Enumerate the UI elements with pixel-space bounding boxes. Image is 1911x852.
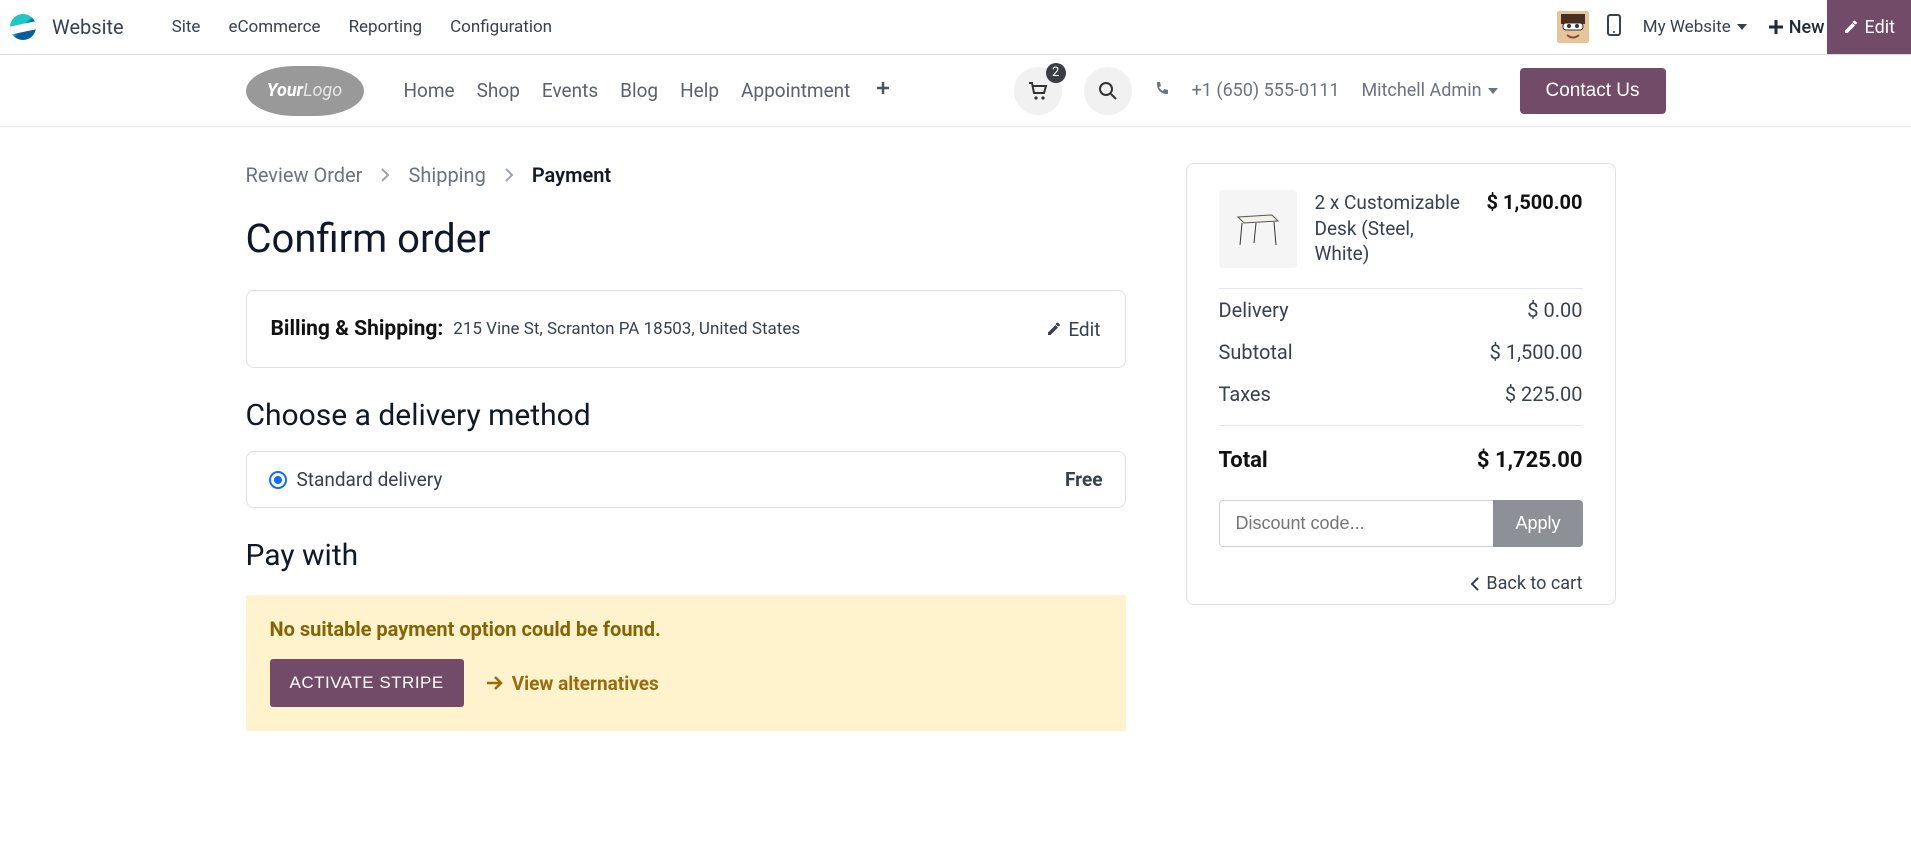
back-to-cart-link[interactable]: Back to cart (1219, 573, 1583, 594)
order-line-item: 2 x Customizable Desk (Steel, White) $ 1… (1219, 190, 1583, 289)
page-content: Review Order Shipping Payment Confirm or… (226, 127, 1686, 767)
new-page-button[interactable]: New (1769, 17, 1825, 38)
website-nav-bar: YourLogo Home Shop Events Blog Help Appo… (0, 55, 1911, 127)
pencil-icon (1843, 19, 1859, 35)
website-selector[interactable]: My Website (1643, 17, 1747, 37)
arrow-right-icon (486, 676, 504, 690)
app-title: Website (52, 15, 124, 39)
total-row-grand: Total $ 1,725.00 (1219, 425, 1583, 482)
phone-number[interactable]: +1 (650) 555-0111 (1192, 80, 1340, 101)
promo-code-row: Apply (1219, 500, 1583, 547)
nav-shop[interactable]: Shop (477, 79, 520, 102)
mobile-preview-icon[interactable] (1607, 14, 1621, 40)
search-icon (1098, 81, 1118, 101)
cart-button[interactable]: 2 (1014, 67, 1062, 115)
line-amount: $ 1,500.00 (1486, 190, 1582, 268)
sysmenu-ecommerce[interactable]: eCommerce (228, 17, 320, 37)
contact-us-button[interactable]: Contact Us (1520, 68, 1666, 114)
delivery-option-card[interactable]: Standard delivery Free (246, 451, 1126, 508)
app-logo-icon (10, 14, 36, 40)
breadcrumb-payment: Payment (532, 163, 611, 187)
nav-blog[interactable]: Blog (620, 79, 658, 102)
order-totals: Delivery $ 0.00 Subtotal $ 1,500.00 Taxe… (1219, 289, 1583, 482)
nav-appointment[interactable]: Appointment (741, 79, 850, 102)
checkout-breadcrumb: Review Order Shipping Payment (246, 163, 1126, 187)
site-logo-text-1: Your (267, 80, 303, 101)
page-title: Confirm order (246, 215, 1126, 262)
sysmenu-reporting[interactable]: Reporting (349, 17, 423, 37)
caret-down-icon (1488, 88, 1498, 94)
product-thumbnail (1219, 190, 1297, 268)
total-row-taxes: Taxes $ 225.00 (1219, 373, 1583, 415)
payment-warning-box: No suitable payment option could be foun… (246, 595, 1126, 731)
pencil-icon (1046, 321, 1062, 337)
site-logo-text-2: Logo (303, 80, 342, 101)
edit-page-label: Edit (1865, 17, 1895, 38)
checkout-main: Review Order Shipping Payment Confirm or… (246, 163, 1126, 731)
order-summary-card: 2 x Customizable Desk (Steel, White) $ 1… (1186, 163, 1616, 605)
user-account-label: Mitchell Admin (1361, 80, 1481, 101)
activate-stripe-button[interactable]: ACTIVATE STRIPE (270, 659, 464, 707)
chevron-right-icon (380, 163, 390, 187)
total-row-subtotal: Subtotal $ 1,500.00 (1219, 331, 1583, 373)
delivery-option-label[interactable]: Standard delivery (297, 468, 443, 491)
breadcrumb-review-order[interactable]: Review Order (246, 163, 363, 187)
delivery-option-price: Free (1065, 468, 1103, 491)
delivery-option-radio[interactable] (269, 471, 287, 489)
user-account-dropdown[interactable]: Mitchell Admin (1361, 80, 1497, 101)
billing-address: 215 Vine St, Scranton PA 18503, United S… (453, 319, 800, 339)
breadcrumb-shipping[interactable]: Shipping (408, 163, 485, 187)
plus-icon (1769, 20, 1783, 34)
system-top-bar: Website Site eCommerce Reporting Configu… (0, 0, 1911, 55)
cart-count-badge: 2 (1046, 63, 1066, 83)
delivery-section-title: Choose a delivery method (246, 398, 1126, 433)
view-alternatives-label: View alternatives (512, 672, 659, 695)
promo-code-input[interactable] (1219, 500, 1494, 547)
total-row-delivery: Delivery $ 0.00 (1219, 289, 1583, 331)
billing-shipping-card: Billing & Shipping: 215 Vine St, Scranto… (246, 290, 1126, 368)
edit-page-button[interactable]: Edit (1827, 0, 1911, 54)
search-button[interactable] (1084, 67, 1132, 115)
cart-icon (1028, 82, 1048, 100)
new-page-label: New (1789, 17, 1825, 38)
nav-add-menu-icon[interactable] (872, 79, 894, 102)
caret-down-icon (1737, 24, 1747, 30)
nav-events[interactable]: Events (542, 79, 598, 102)
sysmenu-configuration[interactable]: Configuration (450, 17, 552, 37)
billing-label: Billing & Shipping: (271, 317, 444, 341)
chevron-right-icon (504, 163, 514, 187)
system-menu: Site eCommerce Reporting Configuration (172, 17, 552, 37)
back-to-cart-label: Back to cart (1486, 573, 1582, 594)
promo-apply-button[interactable]: Apply (1493, 500, 1582, 547)
payment-warning-message: No suitable payment option could be foun… (270, 617, 1102, 641)
user-avatar[interactable] (1557, 11, 1589, 43)
sysmenu-site[interactable]: Site (172, 17, 201, 37)
billing-edit-button[interactable]: Edit (1046, 318, 1100, 341)
website-selector-label: My Website (1643, 17, 1731, 37)
payment-section-title: Pay with (246, 538, 1126, 573)
phone-icon (1154, 81, 1170, 101)
site-nav: Home Shop Events Blog Help Appointment (404, 79, 895, 102)
chevron-left-icon (1470, 577, 1480, 591)
site-logo[interactable]: YourLogo (246, 66, 364, 116)
product-name: 2 x Customizable Desk (Steel, White) (1315, 190, 1469, 268)
nav-home[interactable]: Home (404, 79, 455, 102)
billing-edit-label: Edit (1068, 318, 1100, 341)
view-alternatives-link[interactable]: View alternatives (486, 672, 659, 695)
nav-help[interactable]: Help (680, 79, 719, 102)
